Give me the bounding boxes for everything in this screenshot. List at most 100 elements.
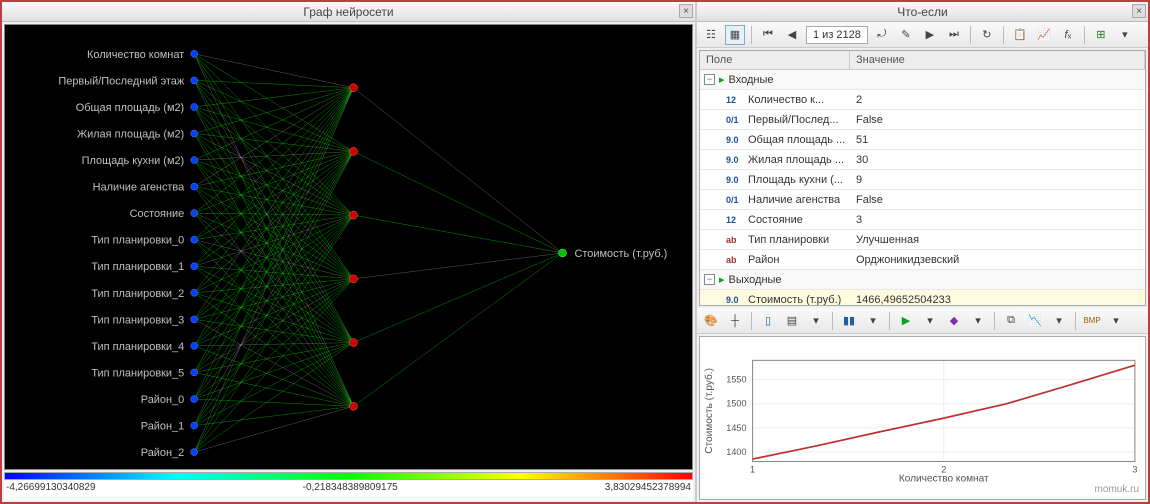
scale-min: -4,26699130340829 [6,482,96,500]
first-record-icon[interactable]: ⏮ [758,25,778,45]
tree-row[interactable]: 9.0Площадь кухни (...9 [700,170,1145,190]
grid-icon[interactable]: ☷ [701,25,721,45]
svg-text:Тип планировки_5: Тип планировки_5 [91,367,184,379]
graph-panel: Граф нейросети × Количество комнатПервый… [2,2,697,502]
svg-text:1: 1 [750,465,755,475]
type-badge: ab [726,255,744,265]
paginator[interactable]: 1 из 2128 [806,26,868,44]
palette-icon[interactable]: 🎨 [701,311,721,331]
tree-row[interactable]: 12Состояние3 [700,210,1145,230]
dropdown-icon[interactable]: ▾ [920,311,940,331]
fx-icon[interactable]: fₓ [1058,25,1078,45]
header-value: Значение [850,51,1145,69]
pointer-icon[interactable]: ⤾ [872,25,892,45]
last-record-icon[interactable]: ⏭ [944,25,964,45]
chart-toggle-icon[interactable]: 📈 [1034,25,1054,45]
field-label: Тип планировки [748,234,829,246]
whatif-title-bar: Что-если × [697,2,1148,22]
svg-text:Тип планировки_1: Тип планировки_1 [91,261,184,273]
collapse-icon[interactable]: − [704,74,715,85]
tree-row[interactable]: abРайонОрджоникидзевский [700,250,1145,270]
svg-text:3: 3 [1132,465,1137,475]
tree-row[interactable]: ab Тип планировки Улучшенная [700,230,1145,250]
grid-style-icon[interactable]: ▤ [782,311,802,331]
excel-icon[interactable]: ⊞ [1091,25,1111,45]
arrow-icon: ▸ [719,273,725,286]
field-label: Наличие агенства [748,194,840,206]
overlay-icon[interactable]: ⧉ [1001,311,1021,331]
type-badge: ab [726,235,744,245]
dropdown-icon[interactable]: ▾ [1115,25,1135,45]
tree-group[interactable]: −▸Входные [700,70,1145,90]
group-label: Выходные [729,274,782,286]
tree-row[interactable]: 9.0 Стоимость (т.руб.) 1466,49652504233 [700,290,1145,305]
field-label: Количество к... [748,94,824,106]
bar-style-icon[interactable]: ▯ [758,311,778,331]
neural-net-graph: Количество комнатПервый/Последний этажОб… [4,24,693,470]
svg-text:Тип планировки_0: Тип планировки_0 [91,235,184,247]
field-value[interactable]: 30 [850,154,1145,166]
field-value[interactable]: Орджоникидзевский [850,254,1145,266]
input-arrow-icon[interactable]: ▶ [896,311,916,331]
field-label: Общая площадь ... [748,134,845,146]
dropdown-icon[interactable]: ▾ [1049,311,1069,331]
field-value[interactable]: False [850,114,1145,126]
group-label: Входные [729,74,774,86]
tree-row[interactable]: 0/1Наличие агенстваFalse [700,190,1145,210]
refresh-icon[interactable]: ↻ [977,25,997,45]
collapse-icon[interactable]: − [704,274,715,285]
whatif-panel: Что-если × ☷ ▦ ⏮ ◀ 1 из 2128 ⤾ ✎ ▶ ⏭ ↻ 📋… [697,2,1148,502]
tree-group[interactable]: −▸ Выходные [700,270,1145,290]
tree-row[interactable]: 9.0 Общая площадь ... 51 [700,130,1145,150]
field-value[interactable]: 51 [850,134,1145,146]
svg-text:1450: 1450 [726,423,746,433]
whatif-toolbar-top: ☷ ▦ ⏮ ◀ 1 из 2128 ⤾ ✎ ▶ ⏭ ↻ 📋 📈 fₓ ⊞ ▾ [697,22,1148,48]
axes-icon[interactable]: ┼ [725,311,745,331]
close-icon[interactable]: × [679,4,693,18]
type-badge: 9.0 [726,135,744,145]
type-badge: 9.0 [726,155,744,165]
clipboard-icon[interactable]: 📋 [1010,25,1030,45]
svg-text:Состояние: Состояние [130,208,185,220]
svg-text:Район_2: Район_2 [141,447,184,459]
field-value[interactable]: False [850,194,1145,206]
cube-icon[interactable]: ◆ [944,311,964,331]
dropdown-icon[interactable]: ▾ [1106,311,1126,331]
play-icon[interactable]: ▶ [920,25,940,45]
field-value[interactable]: Улучшенная [850,234,1145,246]
field-label: Стоимость (т.руб.) [748,294,841,306]
dropdown-icon[interactable]: ▾ [806,311,826,331]
tree-row[interactable]: 9.0 Жилая площадь ... 30 [700,150,1145,170]
svg-text:Первый/Последний этаж: Первый/Последний этаж [58,75,184,87]
bars-icon[interactable]: ▮▮ [839,311,859,331]
whatif-chart: 1400145015001550123Количество комнатСтои… [700,337,1145,499]
graph-title: Граф нейросети [303,5,393,19]
edit-icon[interactable]: ✎ [896,25,916,45]
type-badge: 9.0 [726,175,744,185]
prev-record-icon[interactable]: ◀ [782,25,802,45]
svg-text:Тип планировки_3: Тип планировки_3 [91,314,184,326]
field-value[interactable]: 9 [850,174,1145,186]
field-value[interactable]: 1466,49652504233 [850,294,1145,306]
type-badge: 9.0 [726,295,744,305]
field-value[interactable]: 3 [850,214,1145,226]
tree-row[interactable]: 12Количество к...2 [700,90,1145,110]
tree-row[interactable]: 0/1Первый/Послед...False [700,110,1145,130]
svg-text:Стоимость (т.руб.): Стоимость (т.руб.) [575,248,668,260]
close-icon[interactable]: × [1132,4,1146,18]
field-label: Жилая площадь ... [748,154,844,166]
scale-gradient [4,472,693,480]
dropdown-icon[interactable]: ▾ [968,311,988,331]
svg-text:Тип планировки_2: Тип планировки_2 [91,288,184,300]
scale-mid: -0,218348389809175 [303,482,398,500]
bmp-icon[interactable]: BMP [1082,311,1102,331]
field-value[interactable]: 2 [850,94,1145,106]
type-badge: 0/1 [726,115,744,125]
line-chart-icon[interactable]: 📉 [1025,311,1045,331]
field-label: Состояние [748,214,803,226]
dropdown-icon[interactable]: ▾ [863,311,883,331]
form-icon[interactable]: ▦ [725,25,745,45]
svg-text:1500: 1500 [726,399,746,409]
svg-text:Тип планировки_4: Тип планировки_4 [91,341,184,353]
svg-text:1550: 1550 [726,375,746,385]
